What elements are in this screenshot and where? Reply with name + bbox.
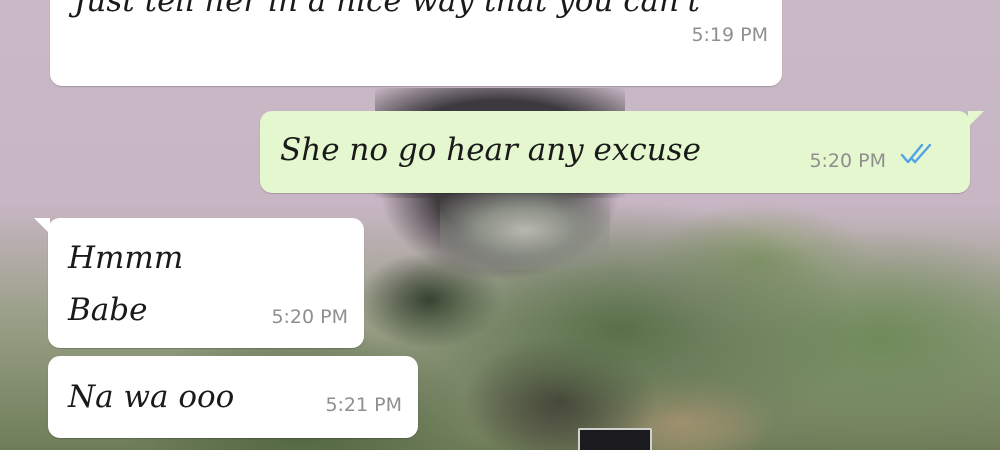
message-timestamp: 5:21 PM xyxy=(325,394,402,416)
message-bubble-outgoing[interactable]: She no go hear any excuse 5:20 PM xyxy=(260,111,984,193)
message-bubble-incoming[interactable]: Hmmm Babe 5:20 PM xyxy=(34,218,364,348)
message-timestamp: 5:20 PM xyxy=(809,150,886,172)
message-text: Na wa ooo xyxy=(68,379,235,415)
wallpaper-photo-badge xyxy=(578,428,652,450)
message-line: Babe xyxy=(68,292,148,328)
message-timestamp: 5:19 PM xyxy=(691,24,768,46)
message-bubble-incoming[interactable]: Na wa ooo 5:21 PM xyxy=(48,356,418,438)
message-line: Hmmm xyxy=(68,240,184,276)
bubble-tail xyxy=(968,111,984,127)
message-text: Just tell her in a nice way that you can… xyxy=(74,0,700,19)
message-text: She no go hear any excuse xyxy=(280,132,701,168)
double-check-icon xyxy=(900,143,932,164)
bubble-tail xyxy=(34,218,50,234)
message-bubble-incoming[interactable]: Just tell her in a nice way that you can… xyxy=(50,0,782,86)
message-timestamp: 5:20 PM xyxy=(271,306,348,328)
message-text: Hmmm Babe xyxy=(68,232,183,336)
wallpaper-photo-collar xyxy=(440,190,610,270)
